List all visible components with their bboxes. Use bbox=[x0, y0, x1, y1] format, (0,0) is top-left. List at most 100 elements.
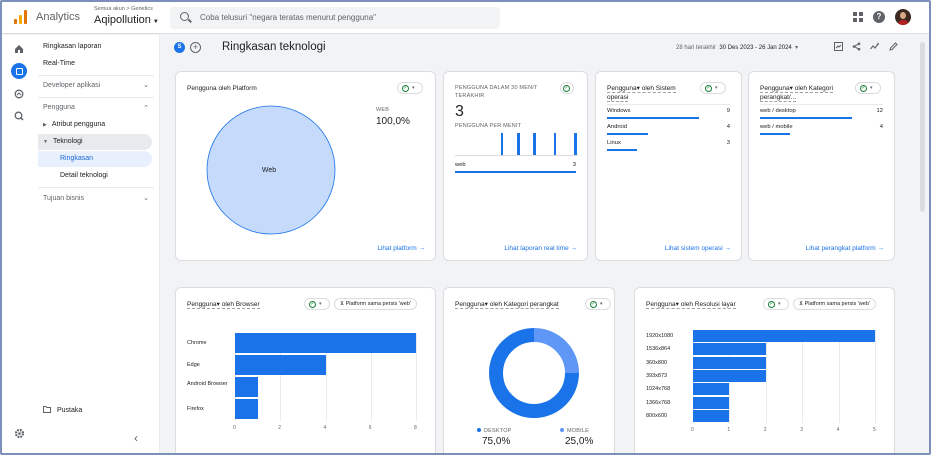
category-label: Edge bbox=[187, 362, 200, 368]
search-input[interactable]: Coba telusuri "negara teratas menurut pe… bbox=[200, 13, 376, 22]
bar-800x600[interactable] bbox=[693, 409, 730, 422]
data-quality-check-pill[interactable]: ✓ ▾ bbox=[304, 298, 330, 310]
nav-tech-overview[interactable]: Ringkasan bbox=[60, 155, 93, 162]
nav-highlight-overview bbox=[38, 151, 152, 167]
nav-tech-details[interactable]: Detail teknologi bbox=[60, 172, 108, 179]
view-os-link[interactable]: Lihat sistem operasi → bbox=[665, 245, 731, 252]
bar-393x873[interactable] bbox=[693, 369, 766, 382]
nav-technology[interactable]: ▼ Teknologi bbox=[43, 138, 83, 145]
x-tick-label: 8 bbox=[414, 425, 417, 431]
x-tick-label: 2 bbox=[763, 427, 767, 434]
admin-gear-icon[interactable] bbox=[11, 425, 27, 441]
check-icon: ✓ bbox=[860, 85, 867, 92]
realtime-row-value: 3 bbox=[572, 162, 576, 168]
date-range-picker[interactable]: 28 hari terakhir 30 Des 2023 - 26 Jan 20… bbox=[676, 44, 798, 51]
home-icon[interactable] bbox=[11, 41, 27, 57]
list-item[interactable]: Windows 9 bbox=[607, 108, 730, 120]
category-label: Android Browser bbox=[187, 381, 228, 387]
comparison-badge[interactable]: S bbox=[174, 42, 185, 53]
page-scrollbar[interactable] bbox=[920, 42, 925, 212]
chevron-down-icon[interactable]: ⌄ bbox=[143, 194, 149, 202]
bar-360x800[interactable] bbox=[693, 356, 766, 369]
realtime-row-web[interactable]: web 3 bbox=[455, 162, 576, 174]
account-breadcrumb[interactable]: Semua akun > Genetics bbox=[94, 6, 153, 12]
list-item-bar bbox=[607, 133, 648, 135]
data-quality-check-pill[interactable]: ✓ ▾ bbox=[763, 298, 789, 310]
view-realtime-link[interactable]: Lihat laporan real time → bbox=[504, 245, 577, 252]
nav-user-attributes[interactable]: ▶ Atribut pengguna bbox=[43, 121, 105, 128]
category-label: 1366x768 bbox=[646, 399, 671, 406]
apps-grid-icon[interactable] bbox=[853, 12, 863, 22]
card-title-text: Pengguna▾ oleh Resolusi layar bbox=[646, 301, 736, 309]
caret-down-icon: ▾ bbox=[870, 85, 873, 91]
data-quality-check-pill[interactable]: ✓ ▾ bbox=[855, 82, 881, 94]
bar-1920x1080[interactable] bbox=[693, 330, 875, 342]
insights-icon[interactable] bbox=[870, 42, 880, 53]
nav-section-app-developer[interactable]: Developer aplikasi bbox=[43, 82, 100, 89]
share-icon[interactable] bbox=[852, 42, 861, 53]
bar-firefox[interactable] bbox=[235, 399, 258, 419]
caret-down-icon: ▾ bbox=[795, 45, 799, 51]
list-divider bbox=[760, 104, 883, 105]
category-label: Firefox bbox=[187, 406, 204, 412]
advertising-icon[interactable] bbox=[11, 108, 27, 124]
legend-value: 25,0% bbox=[565, 436, 594, 447]
customize-report-icon[interactable] bbox=[834, 42, 843, 53]
avatar[interactable] bbox=[895, 9, 911, 25]
nav-report-summary[interactable]: Ringkasan laporan bbox=[43, 43, 101, 50]
nav-library[interactable]: Pustaka bbox=[43, 406, 82, 414]
nav-realtime[interactable]: Real-Time bbox=[43, 60, 75, 67]
list-item[interactable]: web / desktop 12 bbox=[760, 108, 883, 120]
donut-slice-mobile[interactable] bbox=[533, 328, 579, 374]
platform-filter-pill[interactable]: ⊻ Platform sama persis 'web' bbox=[334, 298, 417, 310]
card-title: Pengguna▾ oleh Sistem operasi bbox=[607, 84, 687, 102]
collapse-nav-chevron-icon[interactable]: ‹ bbox=[134, 431, 138, 445]
property-name: Aqipollution bbox=[94, 14, 151, 26]
data-quality-check-pill[interactable]: ✓ ▾ bbox=[700, 82, 726, 94]
view-platform-link[interactable]: Lihat platform → bbox=[377, 245, 425, 252]
reports-icon[interactable] bbox=[11, 63, 27, 79]
data-quality-check-pill[interactable]: ✓ bbox=[560, 82, 574, 94]
category-label: Chrome bbox=[187, 340, 207, 346]
help-icon[interactable]: ? bbox=[873, 11, 885, 23]
bar-1366x768[interactable] bbox=[693, 396, 730, 409]
folder-icon bbox=[43, 406, 51, 413]
card-title: Pengguna oleh Platform bbox=[187, 85, 257, 92]
explore-icon[interactable] bbox=[11, 86, 27, 102]
per-minute-bar[interactable] bbox=[517, 133, 520, 155]
analytics-logo-icon[interactable] bbox=[14, 10, 28, 24]
per-minute-bar[interactable] bbox=[574, 133, 577, 155]
list-item-label: Android bbox=[607, 124, 627, 130]
x-tick-label: 5 bbox=[873, 427, 876, 434]
property-selector[interactable]: Aqipollution ▼ bbox=[94, 14, 159, 26]
bar-android-browser[interactable] bbox=[235, 377, 258, 397]
search-bar[interactable]: Coba telusuri "negara teratas menurut pe… bbox=[170, 7, 500, 29]
nav-section-users[interactable]: Pengguna bbox=[43, 104, 75, 111]
per-minute-bar[interactable] bbox=[500, 133, 504, 155]
per-minute-bar[interactable] bbox=[533, 133, 536, 155]
view-platform-device-link[interactable]: Lihat perangkat platform → bbox=[806, 245, 884, 252]
bar-chrome[interactable] bbox=[235, 333, 416, 353]
filter-text: Platform sama persis 'web' bbox=[345, 301, 411, 307]
check-icon: ✓ bbox=[402, 85, 409, 92]
window-frame: Analytics Semua akun > Genetics Aqipollu… bbox=[0, 0, 931, 455]
page-header: S + Ringkasan teknologi 28 hari terakhir… bbox=[162, 35, 920, 61]
data-quality-check-pill[interactable]: ✓ ▾ bbox=[585, 298, 611, 310]
chevron-down-icon[interactable]: ⌄ bbox=[143, 81, 149, 89]
screen-resolution-card: Pengguna▾ oleh Resolusi layar ✓ ▾ ⊻ Platf… bbox=[634, 287, 895, 453]
x-tick-label: 6 bbox=[368, 425, 372, 431]
bar-1024x768[interactable] bbox=[693, 383, 730, 396]
data-quality-check-pill[interactable]: ✓ ▾ bbox=[397, 82, 423, 94]
chevron-up-icon[interactable]: ⌃ bbox=[143, 104, 149, 112]
add-comparison-plus-icon[interactable]: + bbox=[190, 42, 201, 53]
bar-1536x864[interactable] bbox=[693, 343, 766, 356]
list-item[interactable]: Android 4 bbox=[607, 124, 730, 136]
platform-filter-pill[interactable]: ⊻ Platform sama persis 'web' bbox=[793, 298, 876, 310]
per-minute-bar[interactable] bbox=[553, 133, 557, 155]
nav-section-business-objectives[interactable]: Tujuan bisnis bbox=[43, 195, 84, 202]
gridline bbox=[416, 333, 417, 421]
list-item[interactable]: Linux 3 bbox=[607, 140, 730, 152]
bar-edge[interactable] bbox=[235, 355, 326, 375]
edit-pencil-icon[interactable] bbox=[889, 42, 898, 53]
list-item[interactable]: web / mobile 4 bbox=[760, 124, 883, 136]
